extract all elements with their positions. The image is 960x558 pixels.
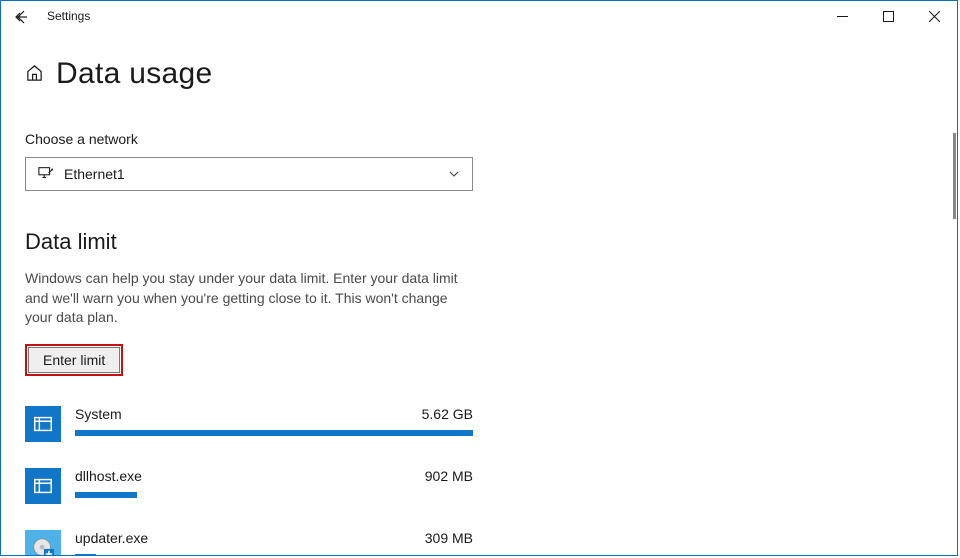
usage-item: dllhost.exe 902 MB <box>25 468 473 504</box>
close-button[interactable] <box>911 1 957 31</box>
page-body: Data usage Choose a network Ethernet1 Da… <box>1 31 957 555</box>
usage-app-value: 5.62 GB <box>422 406 473 422</box>
installer-icon <box>25 530 61 555</box>
home-icon[interactable] <box>25 63 44 85</box>
titlebar: Settings <box>1 1 957 31</box>
app-system-icon <box>25 468 61 504</box>
minimize-button[interactable] <box>819 1 865 31</box>
maximize-button[interactable] <box>865 1 911 31</box>
usage-app-name: System <box>75 406 122 422</box>
page-header: Data usage <box>25 57 933 91</box>
data-limit-heading: Data limit <box>25 229 933 255</box>
settings-window: Settings Data usage Choose a network <box>0 0 958 556</box>
usage-app-name: updater.exe <box>75 530 148 546</box>
usage-app-value: 902 MB <box>425 468 473 484</box>
usage-app-value: 309 MB <box>425 530 473 546</box>
network-select[interactable]: Ethernet1 <box>25 157 473 191</box>
close-icon <box>929 11 940 22</box>
maximize-icon <box>883 11 894 22</box>
monitor-icon <box>38 166 54 183</box>
usage-details: dllhost.exe 902 MB <box>75 468 473 498</box>
arrow-left-icon <box>13 9 29 25</box>
enter-limit-highlight: Enter limit <box>25 344 123 376</box>
app-system-icon <box>25 406 61 442</box>
usage-details: System 5.62 GB <box>75 406 473 436</box>
network-selected-value: Ethernet1 <box>64 166 125 182</box>
scrollbar-thumb[interactable] <box>953 133 956 219</box>
usage-list: System 5.62 GB dllhost.exe 902 MB updater.ex… <box>25 406 473 555</box>
window-title: Settings <box>41 9 90 23</box>
usage-app-name: dllhost.exe <box>75 468 142 484</box>
usage-item: updater.exe 309 MB <box>25 530 473 555</box>
minimize-icon <box>837 11 848 22</box>
data-limit-description: Windows can help you stay under your dat… <box>25 269 475 328</box>
usage-bar <box>75 430 473 436</box>
usage-bar <box>75 554 96 555</box>
caption-controls <box>819 1 957 31</box>
chevron-down-icon <box>448 168 460 180</box>
page-title: Data usage <box>56 57 212 91</box>
usage-bar <box>75 492 137 498</box>
usage-item: System 5.62 GB <box>25 406 473 442</box>
back-button[interactable] <box>1 1 41 31</box>
enter-limit-button[interactable]: Enter limit <box>28 347 120 373</box>
usage-details: updater.exe 309 MB <box>75 530 473 555</box>
network-label: Choose a network <box>25 131 933 147</box>
